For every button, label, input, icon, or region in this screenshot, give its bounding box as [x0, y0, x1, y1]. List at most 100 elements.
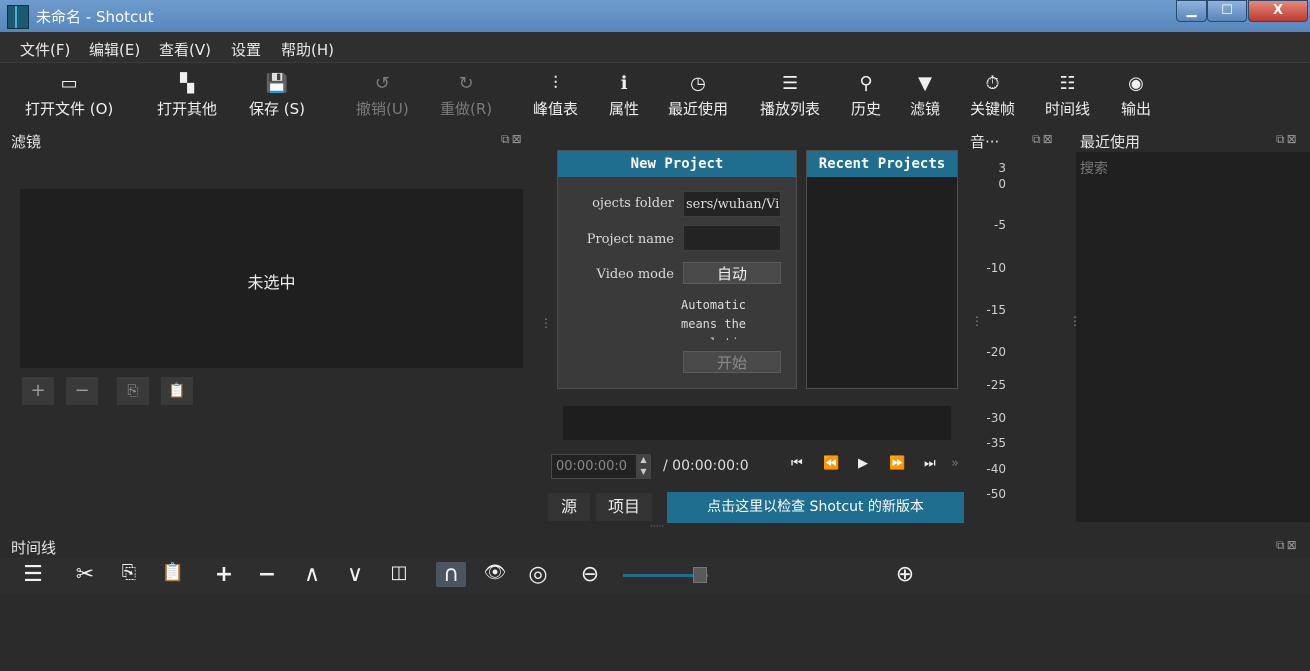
db-tick: -40 — [986, 462, 1006, 476]
splitter-handle-meter[interactable]: ⋮ — [971, 314, 983, 328]
remove-filter-button[interactable]: − — [66, 377, 98, 405]
save-icon: 💾 — [265, 73, 289, 94]
toolbar-button-undo[interactable]: ↺ 撤销(U) — [356, 73, 409, 119]
toolbar-label: 峰值表 — [533, 100, 579, 118]
toolbar-label: 重做(R) — [440, 100, 493, 118]
lift-icon[interactable]: ∧ — [297, 562, 327, 587]
cut-icon[interactable]: ✂ — [70, 562, 100, 587]
timeline-icon: ☷ — [1059, 73, 1076, 94]
zoom-slider-handle[interactable] — [693, 567, 707, 583]
snap-icon[interactable]: ∩ — [436, 562, 466, 587]
menu-help[interactable]: 帮助(H) — [281, 39, 334, 60]
more-icon[interactable]: » — [951, 456, 959, 471]
overwrite-icon[interactable]: ∨ — [340, 562, 370, 587]
new-project-panel: New Project ojects folder sers/wuhan/Vi … — [557, 150, 797, 389]
video-mode-select[interactable]: 自动 — [683, 262, 781, 284]
toolbar-button-peak-meter[interactable]: ⫶ 峰值表 — [533, 73, 578, 119]
toolbar-button-filter[interactable]: ▼ 滤镜 — [910, 73, 940, 119]
menu-settings[interactable]: 设置 — [231, 39, 261, 60]
toolbar-button-redo[interactable]: ↻ 重做(R) — [440, 73, 492, 119]
db-tick: -50 — [986, 487, 1006, 501]
recent-panel-float-icons[interactable]: ⧉⊠ — [1276, 132, 1299, 147]
player-scrub-bar[interactable] — [563, 406, 951, 440]
fast-forward-icon[interactable]: ⏩ — [889, 456, 905, 471]
menu-file[interactable]: 文件(F) — [20, 39, 70, 60]
toolbar-button-keyframes[interactable]: ⏱ 关键帧 — [970, 73, 1015, 119]
toolbar-label: 打开文件 (O) — [25, 100, 114, 118]
db-tick: -30 — [986, 411, 1006, 425]
copy-filter-button[interactable]: ⎘ — [117, 377, 149, 405]
video-mode-label: Video mode — [596, 267, 674, 282]
folder-icon: ▭ — [60, 73, 78, 94]
zoom-out-icon[interactable]: ⊖ — [575, 562, 605, 587]
toolbar-button-save[interactable]: 💾 保存 (S) — [249, 73, 305, 119]
timeline-menu-icon[interactable]: ☰ — [18, 562, 48, 587]
keyframes-icon: ⏱ — [985, 73, 1000, 94]
db-tick: 3 — [998, 161, 1006, 175]
toolbar-button-properties[interactable]: ℹ 属性 — [609, 73, 639, 119]
filter-list[interactable]: 未选中 — [20, 189, 523, 368]
splitter-handle[interactable]: ⋮ — [540, 316, 552, 330]
toolbar-button-timeline[interactable]: ☷ 时间线 — [1045, 73, 1090, 119]
paste-filter-button[interactable]: 📋 — [161, 377, 193, 405]
toolbar-label: 最近使用 — [668, 100, 729, 118]
start-button[interactable]: 开始 — [683, 351, 781, 373]
tab-source[interactable]: 源 — [548, 493, 590, 521]
filters-panel-title: 滤镜 — [11, 133, 42, 151]
menu-edit[interactable]: 编辑(E) — [89, 39, 140, 60]
menu-bar: 文件(F) 编辑(E) 查看(V) 设置 帮助(H) — [0, 32, 1310, 63]
skip-to-start-icon[interactable]: ⏮ — [791, 456, 803, 471]
maximize-button[interactable]: ☐ — [1207, 0, 1247, 22]
ripple-icon[interactable]: ◎ — [523, 562, 553, 587]
close-button[interactable]: X — [1248, 0, 1308, 22]
toolbar-label: 输出 — [1121, 100, 1152, 118]
toolbar-label: 属性 — [609, 100, 640, 118]
db-tick: -10 — [986, 261, 1006, 275]
ripple-delete-icon[interactable]: − — [252, 562, 282, 587]
no-selection-text: 未选中 — [247, 273, 296, 292]
copy-icon[interactable]: ⎘ — [114, 562, 144, 583]
recent-icon: ◷ — [690, 73, 706, 94]
splitter-handle-bottom[interactable]: ····· — [650, 522, 664, 532]
scrub-icon[interactable]: 👁 — [480, 562, 510, 583]
audio-meter-float-icons[interactable]: ⧉⊠ — [1032, 132, 1055, 147]
add-filter-button[interactable]: + — [22, 377, 54, 405]
properties-icon: ℹ — [620, 73, 628, 94]
video-mode-description: Automatic means the resolution — [681, 298, 753, 340]
skip-to-end-icon[interactable]: ⏭ — [924, 456, 936, 471]
update-check-banner[interactable]: 点击这里以检查 Shotcut 的新版本 — [667, 492, 964, 523]
title-bar — [0, 0, 1310, 32]
toolbar-label: 关键帧 — [970, 100, 1016, 118]
toolbar-button-export[interactable]: ◉ 输出 — [1121, 73, 1151, 119]
toolbar-button-history[interactable]: ⚲ 历史 — [851, 73, 881, 119]
filter-icon: ▼ — [918, 73, 932, 94]
split-icon[interactable]: ◫ — [384, 562, 414, 583]
history-icon: ⚲ — [859, 73, 873, 94]
db-tick: -25 — [986, 378, 1006, 392]
append-icon[interactable]: + — [209, 562, 239, 587]
toolbar-button-folder[interactable]: ▭ 打开文件 (O) — [25, 73, 113, 119]
project-name-label: Project name — [586, 232, 674, 247]
paste-icon[interactable]: 📋 — [158, 562, 188, 583]
toolbar-button-playlist[interactable]: ☰ 播放列表 — [760, 73, 820, 119]
timecode-spinner[interactable]: ▲ ▼ — [636, 454, 651, 479]
minimize-button[interactable]: ▁ — [1176, 0, 1207, 22]
recent-list[interactable] — [1076, 152, 1310, 522]
toolbar-button-recent[interactable]: ◷ 最近使用 — [668, 73, 728, 119]
new-project-header: New Project — [558, 151, 796, 177]
project-name-field[interactable] — [683, 225, 781, 251]
timeline-panel-float-icons[interactable]: ⧉⊠ — [1276, 538, 1299, 553]
projects-folder-field[interactable]: sers/wuhan/Vi — [683, 191, 781, 217]
rewind-icon[interactable]: ⏪ — [823, 456, 839, 471]
recent-projects-panel[interactable]: Recent Projects — [806, 150, 958, 389]
main-toolbar: ▭ 打开文件 (O) ▚ 打开其他 💾 保存 (S) ↺ 撤销(U) ↻ 重做(R) ⫶ 峰值表 ℹ 属性… — [0, 63, 1310, 127]
play-icon[interactable]: ▶ — [858, 456, 868, 471]
menu-view[interactable]: 查看(V) — [159, 39, 211, 60]
recent-search-input[interactable]: 搜索 — [1080, 158, 1108, 178]
zoom-in-icon[interactable]: ⊕ — [890, 562, 920, 587]
peak-meter-icon: ⫶ — [553, 73, 558, 94]
filters-panel-float-icons[interactable]: ⧉⊠ — [501, 132, 524, 147]
open-other-icon: ▚ — [180, 73, 194, 94]
toolbar-button-open-other[interactable]: ▚ 打开其他 — [157, 73, 217, 119]
tab-project[interactable]: 项目 — [596, 493, 652, 521]
